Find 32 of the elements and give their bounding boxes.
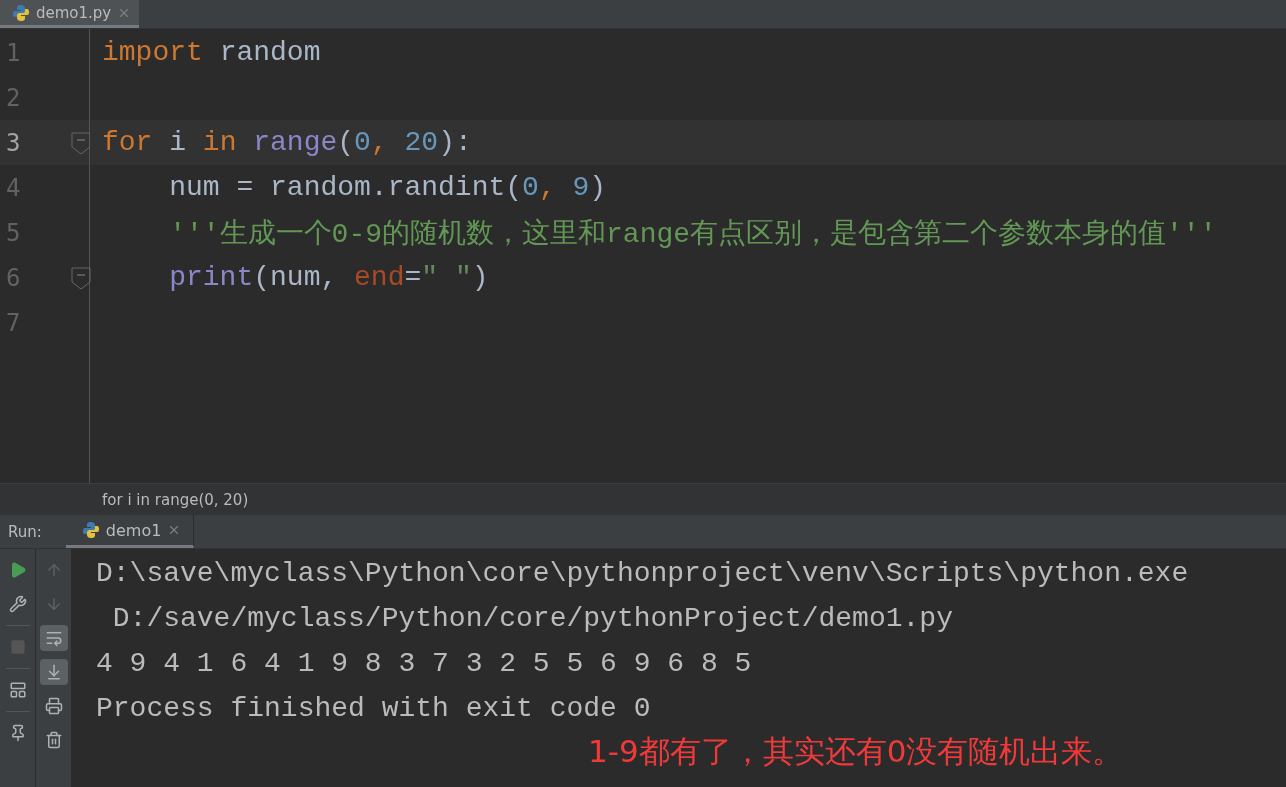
code-line: num = random.randint(0, 9) [168, 172, 607, 203]
fold-marker-icon[interactable] [71, 129, 91, 156]
line-number: 4 [5, 173, 21, 202]
python-logo-icon [81, 521, 100, 539]
editor-tab[interactable]: demo1.py [0, 0, 140, 28]
line-number: 7 [5, 308, 21, 337]
python-logo-icon [12, 3, 30, 22]
soft-wrap-button[interactable] [39, 625, 68, 651]
annotation-text: 1-9都有了，其实还有0没有随机出来。 [588, 732, 1125, 771]
stop-icon [9, 639, 26, 655]
breadcrumb[interactable]: for i in range(0, 20) [102, 490, 249, 509]
wrap-icon [44, 629, 63, 647]
layout-icon [8, 681, 27, 699]
line-number: 2 [5, 83, 21, 112]
console-output-line: Process finished with exit code 0 [96, 693, 651, 724]
code-line: import random [102, 37, 321, 68]
line-number: 1 [5, 38, 21, 67]
console-output-line: D:/save/myclass/Python/core/pythonProject/demo1.py [111, 603, 953, 634]
line-number: 6 [5, 263, 21, 292]
scroll-to-end-button[interactable] [39, 659, 68, 685]
code-line: for i in range(0, 20): [102, 127, 472, 158]
wrench-icon [8, 595, 27, 613]
code-line: '''生成一个0-9的随机数，这里和range有点区别，是包含第二个参数本身的值''' [168, 217, 1217, 252]
trash-icon [44, 731, 63, 749]
code-line: print(num, end=" ") [168, 262, 489, 293]
printer-icon [44, 697, 63, 715]
console-output-line: D:\save\myclass\Python\core\pythonproject\venv\Scripts\python.exe [96, 558, 1189, 589]
fold-marker-icon[interactable] [71, 264, 91, 291]
run-label: Run: [7, 522, 43, 541]
line-number: 5 [5, 218, 21, 247]
line-number: 3 [5, 128, 21, 157]
console-output-line: 4 9 4 1 6 4 1 9 8 3 7 3 2 5 5 6 9 6 8 5 [96, 648, 752, 679]
